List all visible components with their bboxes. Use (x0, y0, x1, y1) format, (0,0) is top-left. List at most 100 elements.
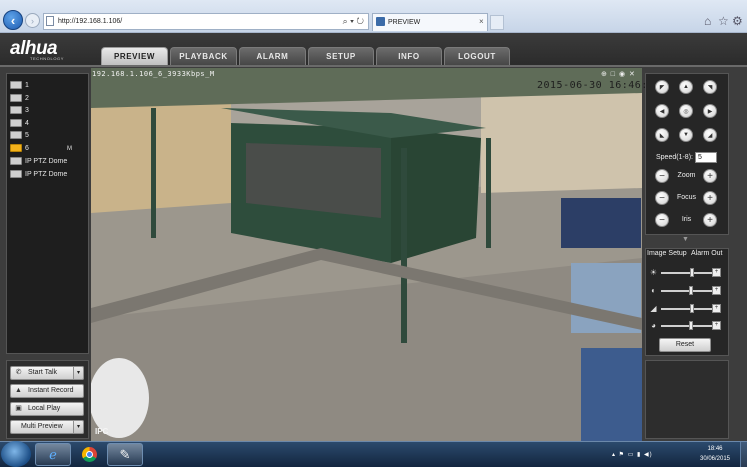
speed-select[interactable]: 5 (695, 152, 717, 163)
right-lower-panel (645, 360, 729, 439)
camera-icon (10, 106, 22, 115)
ie-icon[interactable]: ℯ (35, 443, 71, 466)
contrast-plus-button[interactable]: + (712, 286, 721, 295)
brightness-icon: ☀ (649, 268, 658, 277)
channel-label: 2 (25, 95, 29, 102)
pan-down-right-icon[interactable]: ◢ (703, 128, 717, 142)
video-feed[interactable] (91, 68, 642, 441)
hue-slider-thumb[interactable] (689, 321, 694, 330)
address-bar[interactable]: http://192.168.1.106/ ⌕ ▾ ↻ (43, 13, 369, 30)
saturation-plus-button[interactable]: + (712, 304, 721, 313)
channel-label: 4 (25, 120, 29, 127)
start-talk-dropdown[interactable]: ▾ (73, 366, 84, 380)
tab-image-setup[interactable]: Image Setup (647, 250, 687, 257)
tab-alarm-out[interactable]: Alarm Out (691, 250, 723, 257)
clock-date[interactable]: 30/06/2015 (694, 456, 736, 462)
auto-scan-icon[interactable]: ◎ (679, 104, 693, 118)
camera-icon (10, 81, 22, 90)
tab-playback[interactable]: PLAYBACK (170, 47, 237, 66)
contrast-slider[interactable] (661, 290, 713, 292)
camera-icon (10, 170, 22, 179)
channel-item[interactable]: 2 (10, 93, 29, 104)
channel-label: 5 (25, 132, 29, 139)
tab-close-icon[interactable]: × (479, 13, 484, 30)
contrast-slider-thumb[interactable] (689, 286, 694, 295)
focus-near-icon[interactable]: − (655, 191, 669, 205)
brightness-slider[interactable] (661, 272, 713, 274)
channel-item[interactable]: 1 (10, 80, 29, 91)
zoom-out-icon[interactable]: − (655, 169, 669, 183)
hue-icon: ◕ (651, 321, 656, 330)
forward-arrow-icon[interactable]: › (25, 13, 40, 28)
back-arrow-icon[interactable]: ‹ (3, 10, 23, 30)
tab-logout[interactable]: LOGOUT (444, 47, 510, 66)
iris-label: Iris (681, 216, 692, 223)
tab-info[interactable]: INFO (376, 47, 442, 66)
address-tools[interactable]: ⌕ ▾ ↻ (343, 14, 364, 29)
chrome-icon[interactable] (71, 443, 107, 466)
hue-slider[interactable] (661, 325, 713, 327)
page-icon (46, 16, 54, 26)
channel-label: IP PTZ Dome (25, 158, 68, 165)
system-tray-icons[interactable]: ▴ ⚑ ▭ ▮ ◀) (612, 451, 653, 458)
pan-up-left-icon[interactable]: ◤ (655, 80, 669, 94)
pan-up-right-icon[interactable]: ◥ (703, 80, 717, 94)
iris-open-icon[interactable]: + (703, 213, 717, 227)
star-icon[interactable]: ☆ (718, 14, 729, 28)
camera-corner-label: IPC (95, 427, 109, 436)
brightness-slider-thumb[interactable] (690, 268, 695, 277)
pan-down-left-icon[interactable]: ◣ (655, 128, 669, 142)
multi-preview-dropdown[interactable]: ▾ (73, 420, 84, 434)
camera-icon (10, 157, 22, 166)
tab-setup[interactable]: SETUP (308, 47, 374, 66)
new-tab-button[interactable] (490, 15, 504, 30)
pan-right-icon[interactable]: ▶ (703, 104, 717, 118)
camera-icon (10, 119, 22, 128)
pan-up-icon[interactable]: ▲ (679, 80, 693, 94)
video-toolbar-icons[interactable]: ⊕ □ ◉ ✕ (601, 70, 636, 78)
channel-label: 1 (25, 82, 29, 89)
zoom-label: Zoom (677, 172, 696, 179)
channel-item-active[interactable]: 6 (10, 143, 29, 154)
speed-label: Speed(1-8): (656, 154, 693, 161)
channel-item[interactable]: 4 (10, 118, 29, 129)
focus-far-icon[interactable]: + (703, 191, 717, 205)
channel-item[interactable]: 3 (10, 105, 29, 116)
channel-item[interactable]: IP PTZ Dome (10, 169, 67, 180)
timestamp-overlay: 2015-06-30 16:46:24 (537, 80, 661, 91)
collapse-arrow-icon[interactable]: ▼ (682, 236, 689, 243)
iris-close-icon[interactable]: − (655, 213, 669, 227)
brightness-plus-button[interactable]: + (712, 268, 721, 277)
brand-logo-subtitle: TECHNOLOGY (30, 56, 65, 61)
tab-preview[interactable]: PREVIEW (101, 47, 168, 66)
home-icon[interactable]: ⌂ (704, 14, 711, 28)
camera-scene (91, 68, 642, 441)
channel-item[interactable]: 5 (10, 130, 29, 141)
channel-label: IP PTZ Dome (25, 171, 68, 178)
pan-left-icon[interactable]: ◀ (655, 104, 669, 118)
pan-down-icon[interactable]: ▼ (679, 128, 693, 142)
show-desktop-button[interactable] (740, 442, 747, 467)
stream-info-overlay: 192.168.1.106_6_3933Kbps_M (92, 70, 215, 78)
start-button[interactable] (1, 441, 31, 467)
header-divider (0, 65, 747, 67)
browser-tab[interactable]: PREVIEW (372, 13, 488, 31)
zoom-in-icon[interactable]: + (703, 169, 717, 183)
hue-plus-button[interactable]: + (712, 321, 721, 330)
focus-label: Focus (676, 194, 697, 201)
saturation-slider-thumb[interactable] (690, 304, 695, 313)
clock-time[interactable]: 18:46 (700, 446, 730, 452)
camera-icon (10, 131, 22, 140)
camera-icon (10, 94, 22, 103)
tab-alarm[interactable]: ALARM (239, 47, 306, 66)
channel-label: 6 (25, 145, 29, 152)
paint-icon[interactable]: ✎ (107, 443, 143, 466)
reset-button[interactable]: Reset (659, 338, 711, 352)
record-icon: ▲ (15, 387, 22, 394)
camera-active-icon (10, 144, 22, 153)
channel-item[interactable]: IP PTZ Dome (10, 156, 67, 167)
channel-label: 3 (25, 107, 29, 114)
saturation-slider[interactable] (661, 308, 713, 310)
saturation-icon: ◢ (650, 304, 657, 313)
gear-icon[interactable]: ⚙ (732, 14, 743, 28)
